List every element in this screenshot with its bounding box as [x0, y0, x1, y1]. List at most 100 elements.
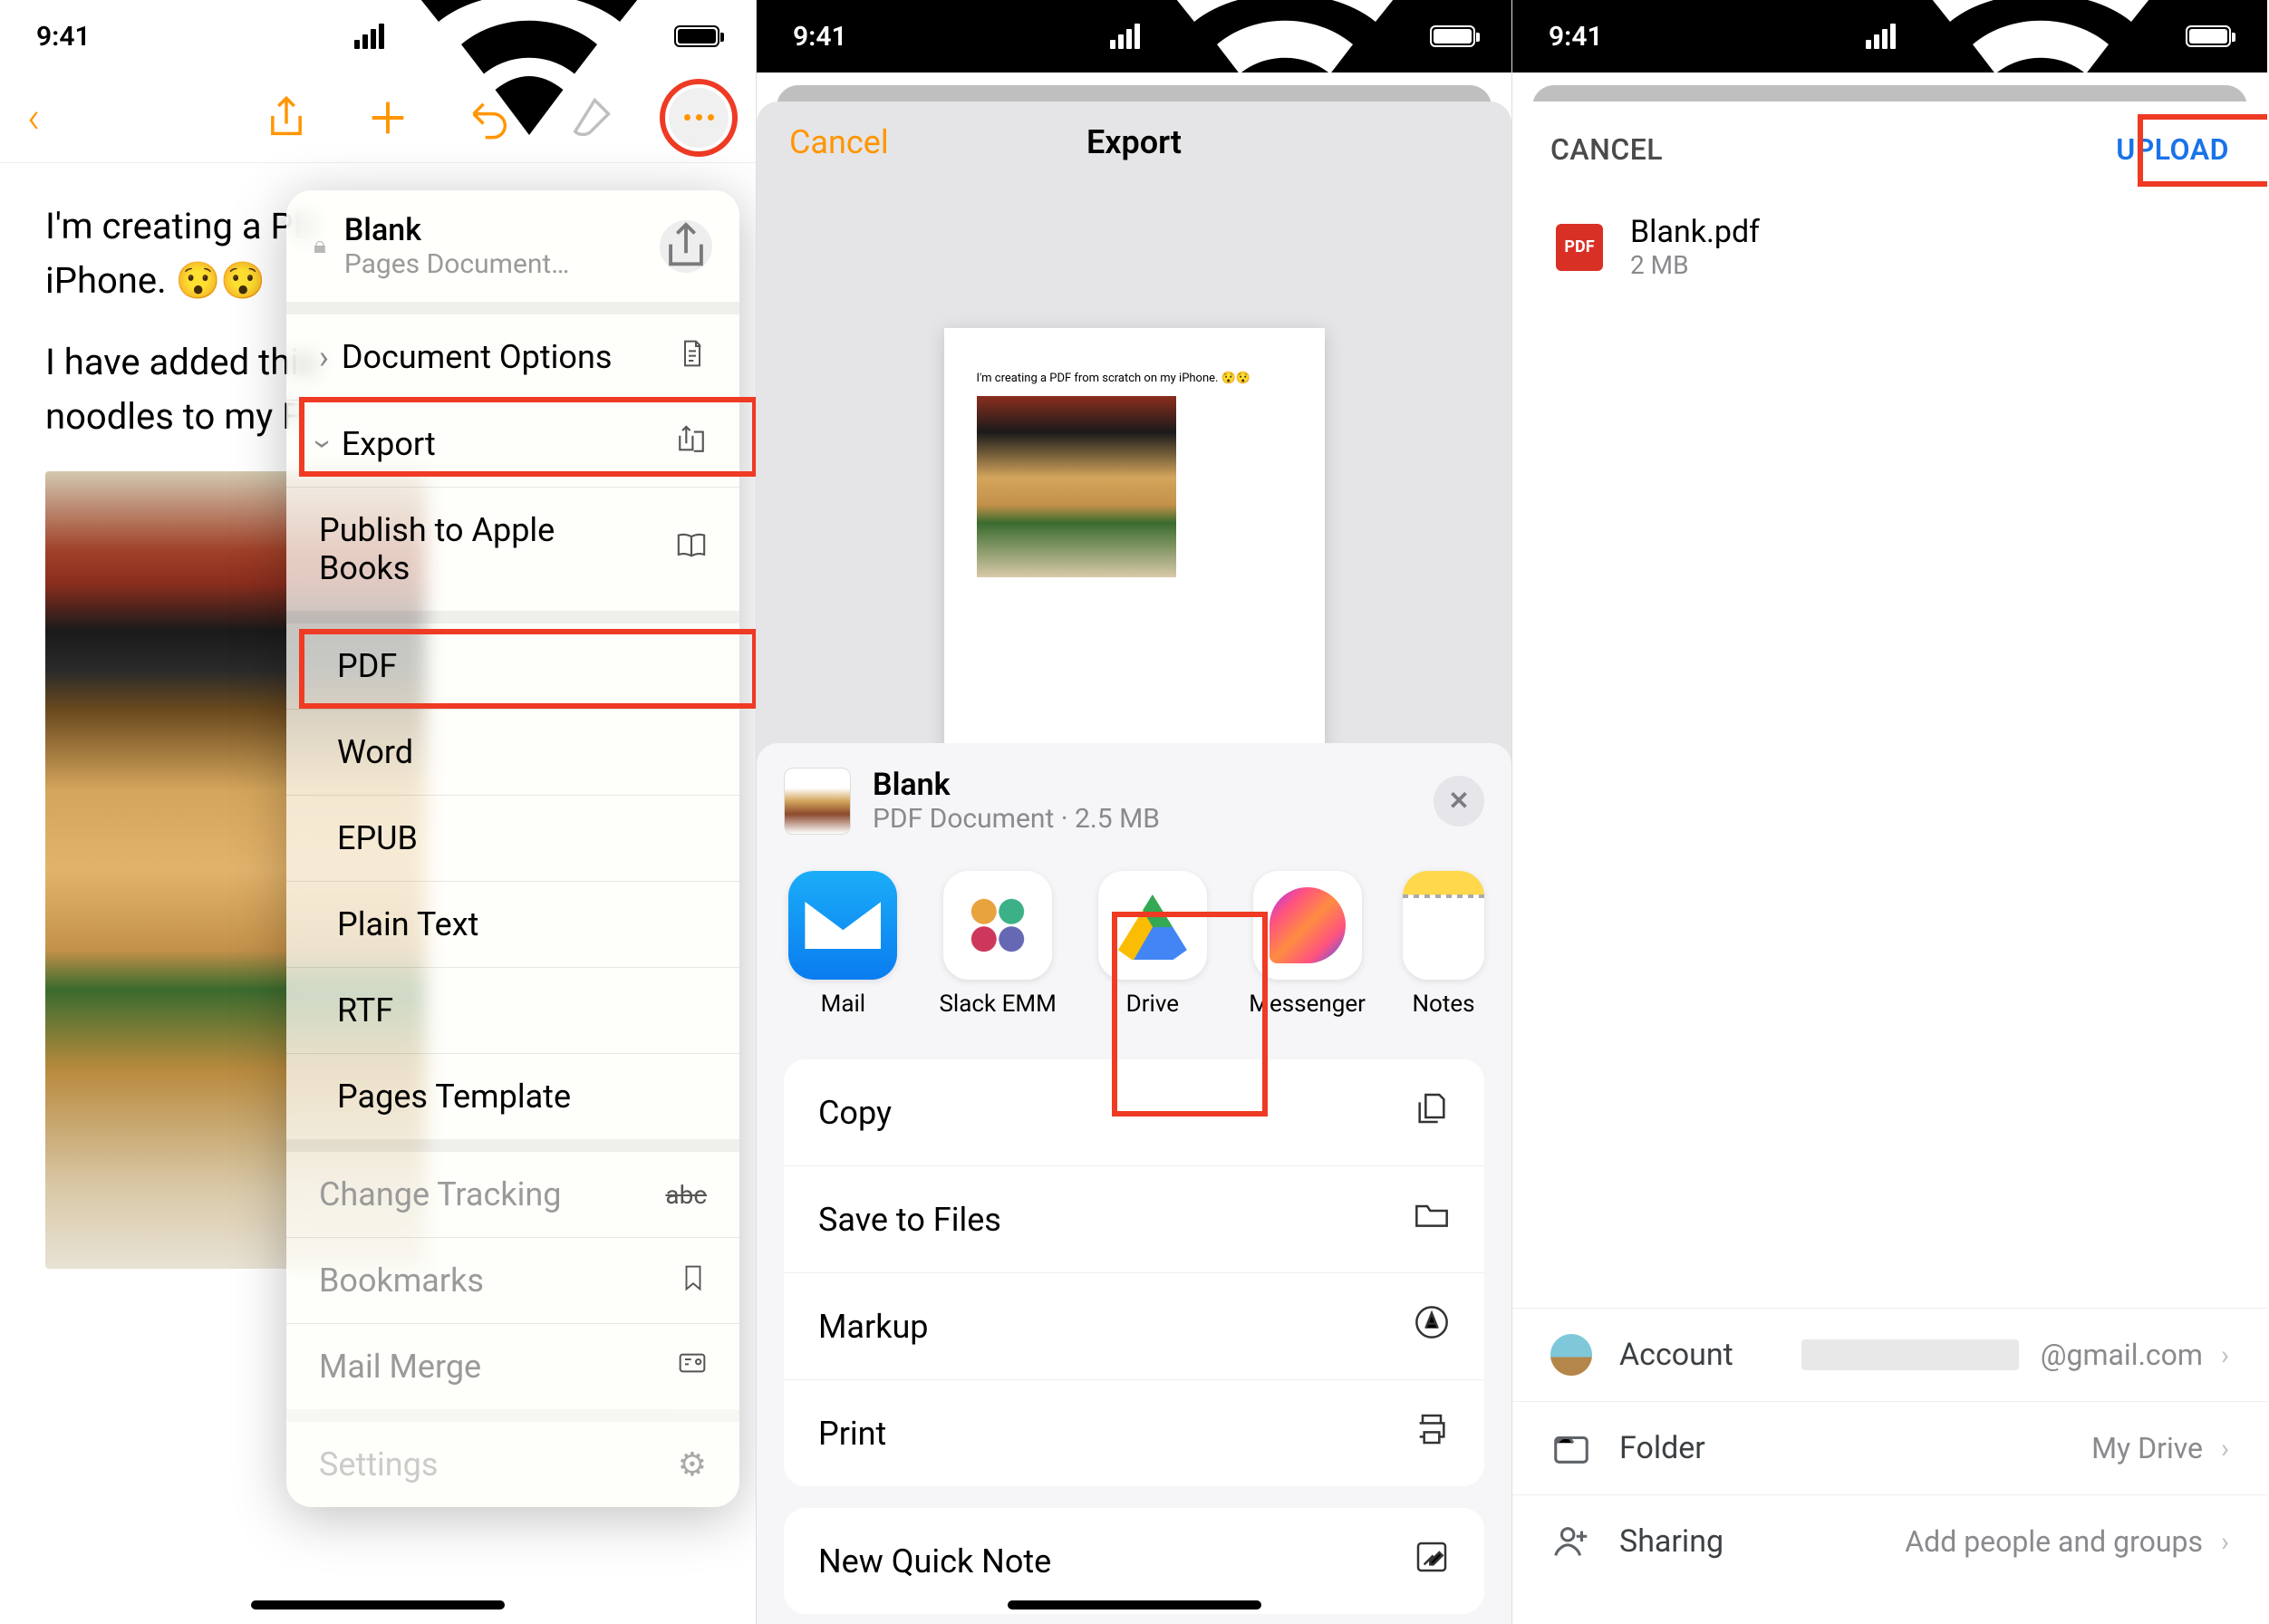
brush-icon[interactable]	[567, 94, 614, 141]
menu-bookmarks[interactable]: Bookmarks	[286, 1237, 739, 1323]
menu-rtf[interactable]: RTF	[286, 967, 739, 1053]
document-menu-popover: 🔒︎ Blank Pages Document… ›Document Optio…	[286, 190, 739, 1507]
menu-settings[interactable]: Settings ⚙︎	[286, 1409, 739, 1507]
lock-icon: 🔒︎	[314, 232, 326, 260]
file-name: Blank.pdf	[1630, 214, 1760, 250]
copy-icon	[1414, 1090, 1450, 1135]
status-bar: 9:41	[1512, 0, 2267, 72]
book-icon	[676, 530, 707, 569]
menu-word[interactable]: Word	[286, 709, 739, 795]
menu-document-options[interactable]: ›Document Options	[286, 302, 739, 400]
markup-icon	[1414, 1304, 1450, 1348]
file-size: 2 MB	[1630, 250, 1760, 280]
quicknote-icon	[1414, 1539, 1450, 1583]
export-icon	[676, 424, 707, 463]
drive-upload-sheet: CANCEL UPLOAD PDF Blank.pdf 2 MB Account…	[1512, 102, 2267, 1624]
screen-share-sheet: 9:41 Cancel Export I'm creating a PDF fr…	[756, 0, 1511, 1624]
cellular-icon	[354, 24, 384, 49]
share-header: Blank PDF Document · 2.5 MB ✕	[757, 743, 1511, 858]
share-icon[interactable]	[263, 94, 310, 141]
battery-icon	[674, 25, 719, 47]
popover-header: 🔒︎ Blank Pages Document…	[286, 190, 739, 302]
menu-export[interactable]: ›Export	[286, 400, 739, 487]
battery-icon	[2186, 25, 2231, 47]
status-bar: 9:41	[0, 0, 756, 72]
menu-pages-template[interactable]: Pages Template	[286, 1053, 739, 1139]
highlight-circle	[660, 79, 738, 157]
chevron-right-icon: ›	[2221, 1339, 2229, 1371]
preview-image	[977, 396, 1176, 577]
doc-subtitle: Pages Document…	[344, 248, 642, 280]
action-markup[interactable]: Markup	[784, 1272, 1484, 1379]
menu-plain-text[interactable]: Plain Text	[286, 881, 739, 967]
share-title: Blank	[873, 767, 1160, 803]
action-print[interactable]: Print	[784, 1379, 1484, 1486]
upload-button[interactable]: UPLOAD	[2116, 132, 2229, 167]
app-notes[interactable]: Notes	[1403, 871, 1484, 1018]
chevron-right-icon: ›	[2221, 1526, 2229, 1558]
cellular-icon	[1866, 24, 1896, 49]
mail-icon	[788, 871, 897, 980]
share-subtitle: PDF Document · 2.5 MB	[873, 803, 1160, 835]
screen-drive-upload: 9:41 CANCEL UPLOAD PDF Blank.pdf 2 MB Ac…	[1511, 0, 2267, 1624]
app-mail[interactable]: Mail	[784, 871, 903, 1018]
folder-icon	[1414, 1197, 1450, 1242]
folder-outline-icon	[1550, 1427, 1592, 1469]
cancel-button[interactable]: CANCEL	[1550, 132, 1663, 167]
upload-options: Account @gmail.com› Folder My Drive› Sha…	[1512, 1308, 2267, 1588]
print-icon	[1414, 1411, 1450, 1455]
battery-icon	[1430, 25, 1475, 47]
menu-epub[interactable]: EPUB	[286, 795, 739, 881]
home-indicator	[251, 1600, 505, 1610]
add-icon[interactable]	[364, 94, 411, 141]
doc-share-button[interactable]	[660, 220, 712, 273]
slack-icon	[943, 871, 1052, 980]
screen-pages-export-menu: 9:41 ‹ I'm creating a PDiPhone. 😯😯 I hav…	[0, 0, 756, 1624]
gear-icon: ⚙︎	[678, 1445, 707, 1484]
person-add-icon	[1550, 1521, 1592, 1562]
notes-icon	[1403, 871, 1484, 980]
redacted-email	[1801, 1339, 2019, 1370]
pdf-icon: PDF	[1556, 224, 1603, 271]
preview-text: I'm creating a PDF from scratch on my iP…	[977, 372, 1292, 385]
more-button[interactable]	[669, 88, 729, 148]
chevron-right-icon: ›	[2221, 1433, 2229, 1464]
drive-header: CANCEL UPLOAD	[1512, 102, 2267, 198]
status-time: 9:41	[36, 21, 91, 53]
row-folder[interactable]: Folder My Drive›	[1512, 1401, 2267, 1494]
messenger-icon	[1253, 871, 1362, 980]
undo-icon[interactable]	[466, 94, 513, 141]
highlight-drive	[1112, 912, 1268, 1116]
share-actions-2: New Quick Note	[784, 1508, 1484, 1614]
status-bar: 9:41	[757, 0, 1511, 72]
sheet-title: Export	[1086, 123, 1182, 161]
body-text: I'm creating a PD	[45, 205, 317, 247]
document-icon	[678, 338, 707, 376]
sheet-header: Cancel Export	[757, 102, 1511, 183]
share-thumbnail	[784, 768, 851, 835]
share-sheet: Blank PDF Document · 2.5 MB ✕ Mail Slack…	[757, 743, 1511, 1624]
cancel-button[interactable]: Cancel	[789, 123, 889, 161]
menu-pdf[interactable]: PDF	[286, 611, 739, 709]
mailmerge-icon	[678, 1348, 707, 1386]
doc-title: Blank	[344, 212, 642, 248]
close-button[interactable]: ✕	[1434, 776, 1484, 826]
app-slack[interactable]: Slack EMM	[939, 871, 1057, 1018]
menu-change-tracking[interactable]: Change Tracking abc	[286, 1139, 739, 1237]
share-actions: Copy Save to Files Markup Print	[784, 1059, 1484, 1486]
status-time: 9:41	[793, 21, 847, 53]
row-sharing[interactable]: Sharing Add people and groups›	[1512, 1494, 2267, 1588]
action-quick-note[interactable]: New Quick Note	[784, 1508, 1484, 1614]
cellular-icon	[1110, 24, 1140, 49]
menu-mail-merge[interactable]: Mail Merge	[286, 1323, 739, 1409]
bookmark-icon	[680, 1262, 707, 1300]
file-row[interactable]: PDF Blank.pdf 2 MB	[1512, 198, 2267, 296]
menu-publish[interactable]: Publish to Apple Books	[286, 487, 739, 611]
action-save-files[interactable]: Save to Files	[784, 1165, 1484, 1272]
tracking-icon: abc	[665, 1180, 707, 1210]
home-indicator	[1008, 1600, 1261, 1610]
row-account[interactable]: Account @gmail.com›	[1512, 1308, 2267, 1401]
avatar-icon	[1550, 1334, 1592, 1376]
status-time: 9:41	[1549, 21, 1603, 53]
back-button[interactable]: ‹	[27, 92, 40, 143]
